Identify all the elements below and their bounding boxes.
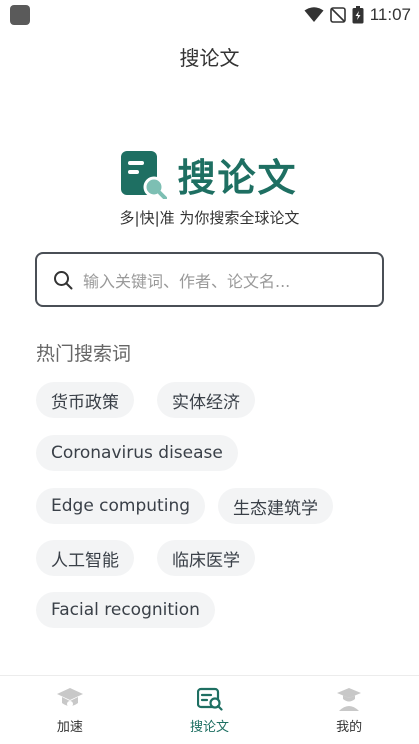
paper-search-icon [196,687,223,711]
brand-name: 搜论文 [177,156,298,200]
notification-icon [10,5,30,25]
brand-logo: 搜论文 [0,147,419,202]
hot-tag[interactable]: Coronavirus disease [36,435,238,471]
status-time: 11:07 [369,5,411,24]
nav-label: 搜论文 [190,720,230,735]
hot-tag[interactable]: 人工智能 [36,540,134,576]
page-title: 搜论文 [179,46,240,70]
search-placeholder: 输入关键词、作者、论文名... [83,271,291,291]
hot-tag[interactable]: Edge computing [36,488,206,524]
hot-search-title: 热门搜索词 [36,343,132,365]
status-bar: 11:07 [0,0,419,30]
search-input[interactable]: 输入关键词、作者、论文名... [35,252,384,307]
paper-search-logo-icon [121,150,168,199]
mortarboard-gear-icon [56,688,83,707]
bottom-nav: 加速 搜论文 我的 [0,675,419,744]
hot-tag[interactable]: 实体经济 [157,382,255,418]
nav-label: 我的 [336,720,363,735]
search-icon [54,270,73,289]
hot-tag[interactable]: 货币政策 [36,382,134,418]
nav-item-mine[interactable]: 我的 [279,676,419,744]
nav-item-speedup[interactable]: 加速 [0,676,140,744]
nav-label: 加速 [56,720,83,735]
brand-tagline: 多|快|准 为你搜索全球论文 [119,209,300,227]
nav-item-search-paper[interactable]: 搜论文 [140,676,280,744]
graduate-user-icon [337,688,362,711]
hot-tag[interactable]: 生态建筑学 [218,488,333,524]
battery-icon [352,6,364,24]
wifi-icon [304,7,324,22]
hot-tag[interactable]: 临床医学 [157,540,255,576]
no-signal-icon [329,7,346,23]
hot-tag[interactable]: Facial recognition [36,592,215,628]
